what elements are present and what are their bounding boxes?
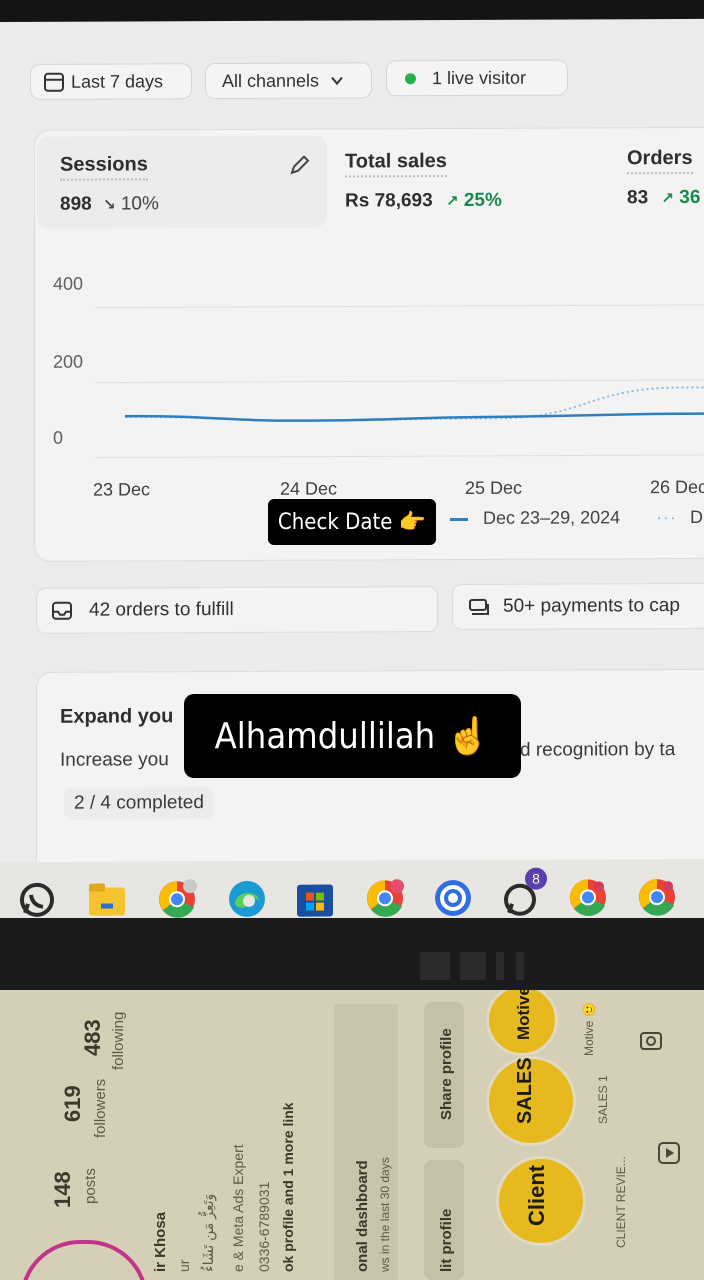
microsoft-store-icon[interactable] <box>295 879 335 919</box>
chrome-remote-icon[interactable] <box>433 878 473 918</box>
highlight-logo-text: SALES <box>514 1057 536 1124</box>
orders-value: 83 <box>627 187 649 209</box>
highlight-logo-text: Client <box>524 1164 549 1226</box>
live-visitor-label: 1 live visitor <box>432 67 527 88</box>
sessions-change: 10% <box>120 193 159 215</box>
calendar-icon <box>44 72 64 92</box>
edit-profile-label: lit profile <box>438 1208 455 1272</box>
laptop-screen: Last 7 days All channels 1 live visitor … <box>0 18 704 922</box>
laptop-bezel <box>0 918 704 998</box>
inbox-icon <box>52 601 72 620</box>
windows-taskbar: 8 <box>0 858 704 922</box>
sessions-label[interactable]: Sessions <box>60 153 148 181</box>
gridline <box>95 304 704 309</box>
current-series-line <box>124 412 704 422</box>
total-sales-change: 25% <box>463 189 502 211</box>
notification-badge: 8 <box>525 867 547 890</box>
archive-icon[interactable] <box>638 1028 664 1054</box>
date-range-filter[interactable]: Last 7 days <box>30 63 192 100</box>
bio-arabic-line: وَتَعِزُّ مَن تَشَاءُ <box>200 1193 216 1272</box>
legend-current: Dec 23–29, 2024 <box>450 507 620 529</box>
payment-icon <box>469 598 489 615</box>
chevron-down-icon <box>331 76 343 86</box>
phone-instagram-profile: 148 posts 619 followers 483 following ir… <box>0 990 704 1280</box>
orders-to-fulfill-card[interactable]: 42 orders to fulfill <box>36 586 438 634</box>
gridline <box>95 379 704 384</box>
check-date-sticker: Check Date 👉 <box>268 499 436 545</box>
bio-links[interactable]: ok profile and 1 more link <box>280 1102 296 1272</box>
sessions-line-chart <box>95 304 704 459</box>
chrome-profile-icon[interactable] <box>568 877 608 917</box>
orders-label[interactable]: Orders <box>627 146 693 175</box>
dashboard-title: onal dashboard <box>354 1160 371 1272</box>
highlight-label: Motive 🙂 <box>582 1002 596 1056</box>
payments-to-capture-card[interactable]: 50+ payments to cap <box>452 582 704 631</box>
followers-label: followers <box>92 1078 109 1138</box>
alhamdulillah-sticker: Alhamdullilah ☝️ <box>184 694 521 778</box>
chrome-profile-t-icon[interactable] <box>365 878 405 918</box>
profile-avatar-ring <box>20 1240 148 1280</box>
channels-label: All channels <box>222 70 320 91</box>
x-tick-label: 25 Dec <box>465 477 523 498</box>
orders-to-fulfill-label: 42 orders to fulfill <box>89 598 234 621</box>
trend-up-icon: ↗ <box>661 190 674 208</box>
setup-guide-title: Expand you <box>60 705 174 728</box>
posts-label: posts <box>82 1168 99 1204</box>
chrome-profile-icon[interactable] <box>637 877 677 917</box>
channels-filter[interactable]: All channels <box>205 62 372 100</box>
payments-to-capture-label: 50+ payments to cap <box>503 595 680 617</box>
bio-expert-line: e & Meta Ads Expert <box>230 1144 246 1272</box>
whatsapp-icon[interactable] <box>17 880 57 920</box>
trend-up-icon: ↗ <box>445 192 459 211</box>
file-explorer-icon[interactable] <box>87 879 127 919</box>
x-tick-label: 24 Dec <box>280 478 338 499</box>
dell-logo-icon <box>420 952 524 980</box>
legend-current-label: Dec 23–29, 2024 <box>483 507 621 528</box>
x-tick-label: 26 Dec <box>650 476 704 498</box>
highlight-label: SALES 1 <box>596 1075 610 1124</box>
highlight-logo-text: Motive <box>514 990 533 1040</box>
total-sales-label[interactable]: Total sales <box>345 150 447 178</box>
following-count: 483 <box>80 1019 105 1056</box>
comparison-series-line <box>124 386 704 422</box>
dashboard-subtitle: ws in the last 30 days <box>378 1157 392 1272</box>
legend-previous: ··· D <box>656 507 703 528</box>
trend-down-icon: ↘ <box>102 196 116 214</box>
highlight-label: CLIENT REVIE... <box>614 1156 628 1248</box>
reels-icon[interactable] <box>656 1140 682 1166</box>
following-label: following <box>110 1011 127 1070</box>
followers-count: 619 <box>60 1085 85 1122</box>
legend-previous-label: D <box>690 506 703 527</box>
live-dot-icon <box>405 72 416 84</box>
share-profile-label: Share profile <box>438 1028 455 1120</box>
date-range-label: Last 7 days <box>71 70 164 92</box>
gridline <box>95 454 704 459</box>
setup-guide-desc-right: d recognition by ta <box>520 739 676 761</box>
legend-dotted-line-icon: ··· <box>656 507 677 528</box>
posts-count: 148 <box>50 1171 75 1208</box>
edge-icon[interactable] <box>227 879 267 919</box>
x-tick-label: 23 Dec <box>93 479 151 500</box>
chrome-profile-icon[interactable] <box>157 879 197 919</box>
legend-solid-line-icon <box>450 517 468 521</box>
total-sales-value: Rs 78,693 <box>345 190 433 212</box>
setup-progress-badge: 2 / 4 completed <box>64 787 214 820</box>
live-visitor-indicator[interactable]: 1 live visitor <box>386 59 568 97</box>
pencil-icon[interactable] <box>286 153 312 179</box>
orders-value-row: 83 ↗ 36 <box>627 187 700 209</box>
orders-change: 36 <box>679 186 701 209</box>
setup-guide-desc-left: Increase you <box>60 749 169 771</box>
profile-name-line2: ur <box>176 1259 192 1272</box>
bio-phone-link[interactable]: 0336-6789031 <box>256 1182 272 1272</box>
total-sales-value-row: Rs 78,693 ↗ 25% <box>345 190 502 213</box>
sessions-value-row: 898 ↘ 10% <box>60 193 159 215</box>
profile-name: ir Khosa <box>152 1211 169 1272</box>
sessions-value: 898 <box>60 193 92 215</box>
